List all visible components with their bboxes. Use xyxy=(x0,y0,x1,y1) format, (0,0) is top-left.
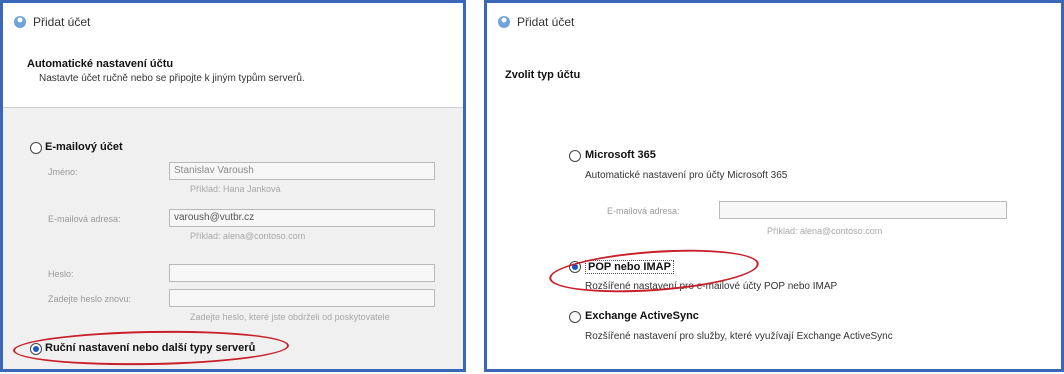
exchange-activesync-description: Rozšířené nastavení pro služby, které vy… xyxy=(585,331,893,342)
password-repeat-label: Zadejte heslo znovu: xyxy=(48,294,132,304)
email-address-label: E-mailová adresa: xyxy=(607,206,680,216)
email-account-radio[interactable] xyxy=(30,142,42,154)
name-field-hint: Příklad: Hana Janková xyxy=(190,184,281,194)
microsoft365-radio[interactable] xyxy=(569,150,581,162)
microsoft365-description: Automatické nastavení pro účty Microsoft… xyxy=(585,170,788,181)
manual-setup-label[interactable]: Ruční nastavení nebo další typy serverů xyxy=(45,342,255,354)
exchange-activesync-label[interactable]: Exchange ActiveSync xyxy=(585,310,699,322)
email-account-label[interactable]: E-mailový účet xyxy=(45,141,123,153)
left-subheading: Nastavte účet ručně nebo se připojte k j… xyxy=(39,73,305,84)
right-dialog: Přidat účet Zvolit typ účtu Microsoft 36… xyxy=(484,0,1064,372)
left-window-title: Přidat účet xyxy=(33,15,91,29)
password-repeat-hint: Zadejte heslo, které jste obdrželi od po… xyxy=(190,312,390,322)
right-window-title: Přidat účet xyxy=(517,15,575,29)
right-heading: Zvolit typ účtu xyxy=(505,69,581,81)
pop-imap-description: Rozšířené nastavení pro e-mailové účty P… xyxy=(585,281,838,292)
email-address-label: E-mailová adresa: xyxy=(48,214,121,224)
outlook-icon xyxy=(498,16,510,28)
left-dialog: Přidat účet Automatické nastavení účtu N… xyxy=(0,0,466,372)
left-title-bar: Přidat účet xyxy=(3,3,463,47)
name-field-label: Jméno: xyxy=(48,167,78,177)
email-address-hint: Příklad: alena@contoso.com xyxy=(767,226,883,236)
password-field[interactable] xyxy=(169,264,435,282)
left-heading: Automatické nastavení účtu xyxy=(27,58,174,70)
right-title-bar: Přidat účet xyxy=(487,3,1061,47)
exchange-activesync-radio[interactable] xyxy=(569,311,581,323)
outlook-icon xyxy=(14,16,26,28)
password-repeat-field[interactable] xyxy=(169,289,435,307)
pop-imap-radio[interactable] xyxy=(569,261,581,273)
email-address-hint: Příklad: alena@contoso.com xyxy=(190,231,306,241)
manual-setup-radio[interactable] xyxy=(30,343,42,355)
pop-imap-label[interactable]: POP nebo IMAP xyxy=(585,260,674,274)
microsoft365-label[interactable]: Microsoft 365 xyxy=(585,149,656,161)
password-label: Heslo: xyxy=(48,269,74,279)
name-field[interactable]: Stanislav Varoush xyxy=(169,162,435,180)
email-address-field[interactable]: varoush@vutbr.cz xyxy=(169,209,435,227)
email-address-field[interactable] xyxy=(719,201,1007,219)
